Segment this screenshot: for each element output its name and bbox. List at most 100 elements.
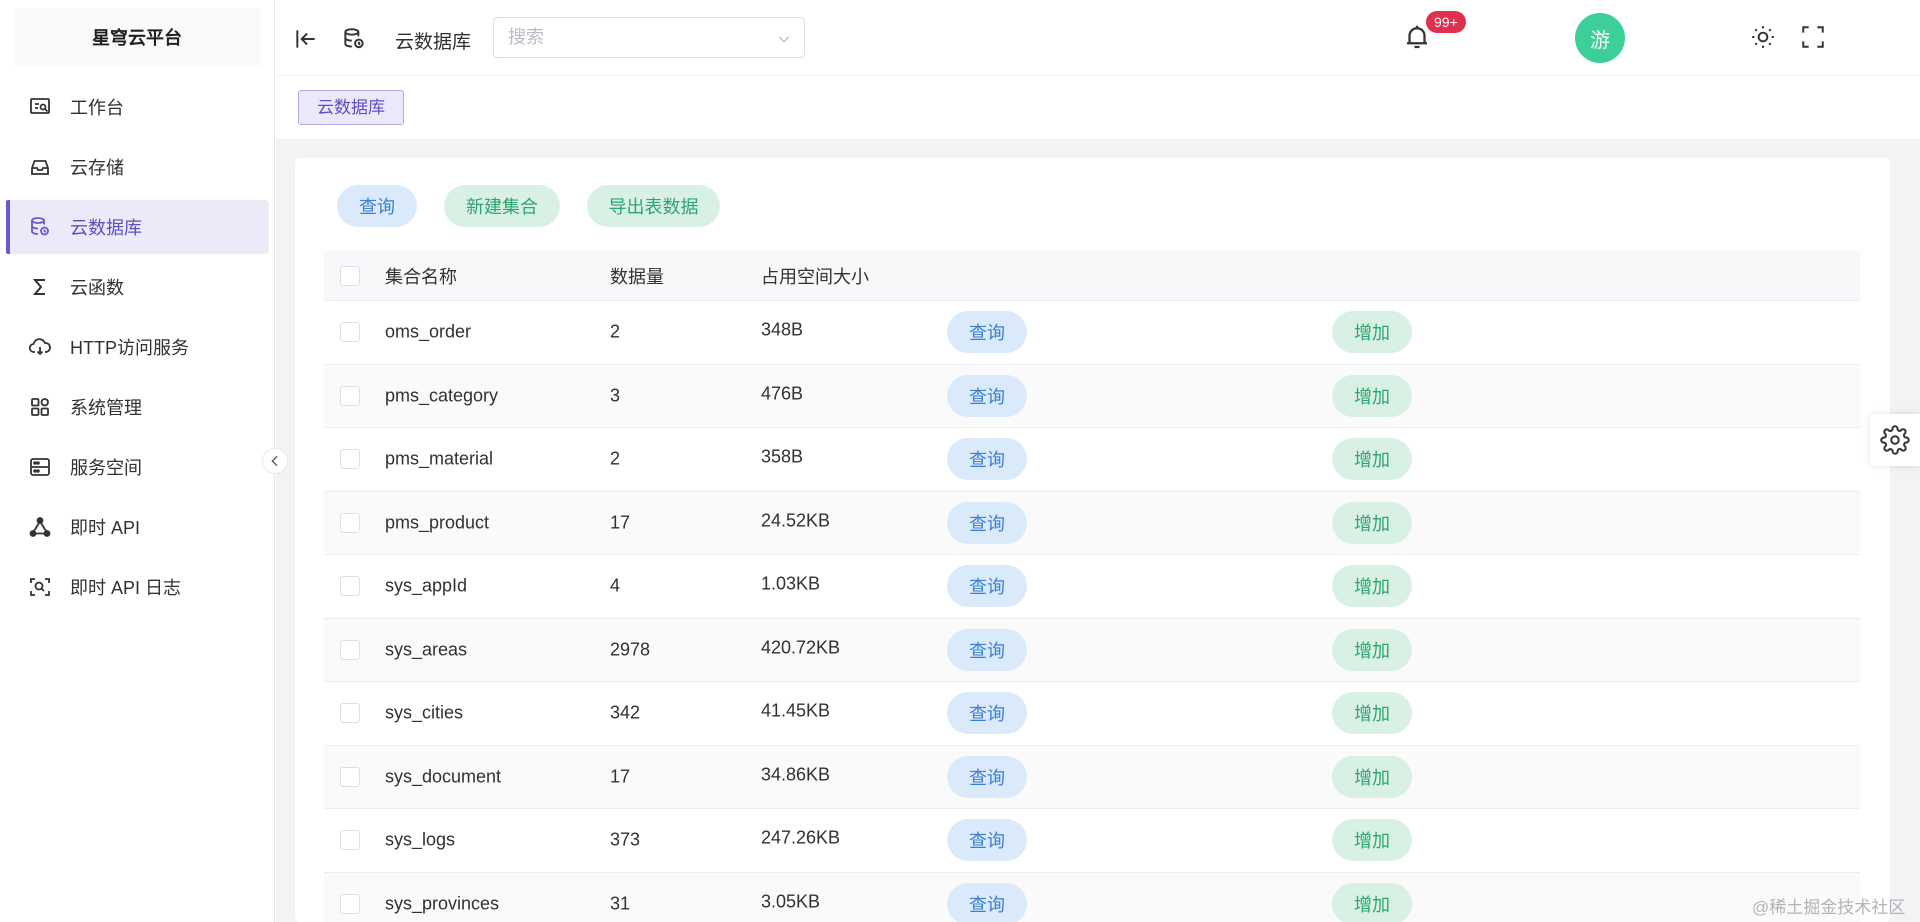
avatar[interactable]: 游 — [1575, 13, 1625, 63]
row-query-button[interactable]: 查询 — [947, 438, 1027, 481]
row-checkbox[interactable] — [340, 512, 360, 533]
table-row: oms_order 2 348B 查询 增加 — [324, 301, 1860, 365]
storage-size: 24.52KB — [761, 510, 831, 531]
chevron-down-icon — [776, 31, 792, 47]
row-query-button[interactable]: 查询 — [947, 692, 1027, 735]
row-add-button[interactable]: 增加 — [1332, 882, 1412, 922]
sun-icon[interactable] — [1750, 24, 1776, 50]
table-row: pms_category 3 476B 查询 增加 — [324, 364, 1860, 428]
search-select[interactable] — [493, 17, 805, 58]
row-checkbox[interactable] — [340, 766, 360, 787]
server-icon — [28, 455, 52, 479]
row-query-button[interactable]: 查询 — [947, 565, 1027, 608]
row-add-button[interactable]: 增加 — [1332, 628, 1412, 671]
chevron-left-icon — [267, 453, 283, 469]
row-query-button[interactable]: 查询 — [947, 755, 1027, 798]
row-checkbox[interactable] — [340, 385, 360, 406]
sidebar-item-instant-api-logs[interactable]: 即时 API 日志 — [6, 560, 269, 614]
storage-size: 1.03KB — [761, 573, 821, 594]
row-add-button[interactable]: 增加 — [1332, 755, 1412, 798]
row-query-button[interactable]: 查询 — [947, 819, 1027, 862]
storage-size: 247.26KB — [761, 827, 841, 848]
row-checkbox[interactable] — [340, 449, 360, 470]
row-add-button[interactable]: 增加 — [1332, 692, 1412, 735]
sidebar-item-functions[interactable]: 云函数 — [6, 260, 269, 314]
collection-name: pms_material — [385, 448, 494, 469]
row-checkbox[interactable] — [340, 639, 360, 660]
row-query-button[interactable]: 查询 — [947, 311, 1027, 354]
search-input[interactable] — [494, 18, 804, 57]
top-header: 云数据库 — [276, 0, 1920, 76]
data-count: 2 — [610, 321, 621, 342]
table-row: sys_cities 342 41.45KB 查询 增加 — [324, 682, 1860, 746]
data-count: 4 — [610, 575, 621, 596]
data-count: 2978 — [610, 639, 651, 660]
sidebar-item-label: 工作台 — [70, 98, 124, 118]
database-icon — [28, 215, 52, 239]
notification-badge: 99+ — [1426, 11, 1466, 33]
data-count: 31 — [610, 893, 631, 914]
data-count: 2 — [610, 448, 621, 469]
row-add-button[interactable]: 增加 — [1332, 565, 1412, 608]
scan-search-icon — [28, 575, 52, 599]
row-add-button[interactable]: 增加 — [1332, 438, 1412, 481]
dashboard-icon — [28, 95, 52, 119]
row-checkbox[interactable] — [340, 893, 360, 914]
sidebar-item-workbench[interactable]: 工作台 — [6, 80, 269, 134]
row-checkbox[interactable] — [340, 703, 360, 724]
table-row: sys_areas 2978 420.72KB 查询 增加 — [324, 618, 1860, 682]
sidebar-collapse-button[interactable] — [262, 448, 288, 474]
sidebar-item-label: 即时 API — [70, 518, 141, 538]
fullscreen-icon[interactable] — [1800, 24, 1826, 50]
table-header: 集合名称 数据量 占用空间大小 — [324, 251, 1860, 301]
collection-name: sys_cities — [385, 702, 464, 723]
storage-size: 358B — [761, 446, 804, 467]
row-query-button[interactable]: 查询 — [947, 501, 1027, 544]
sidebar-item-service-space[interactable]: 服务空间 — [6, 440, 269, 494]
sigma-icon — [28, 275, 52, 299]
menu-fold-icon[interactable] — [293, 26, 319, 52]
collection-name: sys_logs — [385, 829, 456, 850]
sidebar-item-http[interactable]: HTTP访问服务 — [6, 320, 269, 374]
row-add-button[interactable]: 增加 — [1332, 501, 1412, 544]
tags-view: 云数据库 — [276, 77, 1920, 139]
sidebar: 星穹云平台 工作台 云存储 云数据库 云函数 HTTP访问服务 系统管理 服务空… — [0, 0, 275, 922]
row-add-button[interactable]: 增加 — [1332, 374, 1412, 417]
sidebar-item-label: 云存储 — [70, 158, 124, 178]
row-query-button[interactable]: 查询 — [947, 882, 1027, 922]
row-checkbox[interactable] — [340, 322, 360, 343]
row-add-button[interactable]: 增加 — [1332, 311, 1412, 354]
storage-size: 41.45KB — [761, 700, 831, 721]
database-icon — [341, 26, 367, 52]
settings-button[interactable] — [1870, 414, 1920, 466]
page-title: 云数据库 — [395, 32, 472, 53]
export-button[interactable]: 导出表数据 — [587, 185, 720, 227]
row-query-button[interactable]: 查询 — [947, 374, 1027, 417]
collection-name: sys_provinces — [385, 893, 500, 914]
sidebar-item-instant-api[interactable]: 即时 API — [6, 500, 269, 554]
row-add-button[interactable]: 增加 — [1332, 819, 1412, 862]
app-logo: 星穹云平台 — [14, 8, 260, 66]
collection-name: sys_appId — [385, 575, 468, 596]
data-count: 373 — [610, 829, 641, 850]
sidebar-item-database[interactable]: 云数据库 — [6, 200, 269, 254]
column-header-size: 占用空间大小 — [761, 266, 869, 287]
table-row: sys_document 17 34.86KB 查询 增加 — [324, 745, 1860, 809]
row-checkbox[interactable] — [340, 576, 360, 597]
row-checkbox[interactable] — [340, 830, 360, 851]
select-all-checkbox[interactable] — [340, 265, 360, 286]
new-collection-button[interactable]: 新建集合 — [444, 185, 560, 227]
sidebar-item-label: 云函数 — [70, 278, 124, 298]
storage-size: 34.86KB — [761, 764, 831, 785]
table-row: sys_appId 4 1.03KB 查询 增加 — [324, 555, 1860, 619]
sidebar-item-storage[interactable]: 云存储 — [6, 140, 269, 194]
collection-name: pms_category — [385, 385, 499, 406]
sidebar-item-label: HTTP访问服务 — [70, 338, 189, 358]
breadcrumb-tag[interactable]: 云数据库 — [298, 90, 404, 125]
query-button[interactable]: 查询 — [337, 185, 417, 227]
table-row: sys_provinces 31 3.05KB 查询 增加 — [324, 872, 1860, 922]
storage-size: 348B — [761, 319, 804, 340]
sidebar-menu: 工作台 云存储 云数据库 云函数 HTTP访问服务 系统管理 服务空间 即时 A… — [0, 80, 275, 620]
row-query-button[interactable]: 查询 — [947, 628, 1027, 671]
sidebar-item-system[interactable]: 系统管理 — [6, 380, 269, 434]
